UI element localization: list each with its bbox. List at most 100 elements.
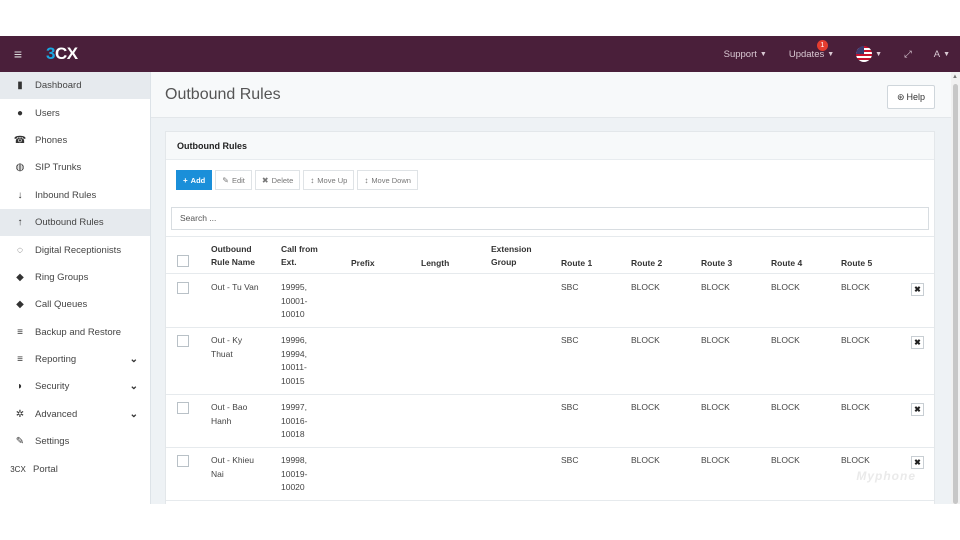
delete-row-icon[interactable]: ✖: [911, 456, 924, 469]
move-up-button[interactable]: ↕ Move Up: [303, 170, 355, 190]
row-checkbox[interactable]: [177, 335, 189, 347]
outbound-rules-panel: Outbound Rules + Add ✎ Edit ✖ Delete ↕ Move …: [165, 131, 935, 504]
sidebar-item-label: Advanced: [35, 408, 78, 420]
col-length[interactable]: Length: [421, 257, 449, 270]
updates-dropdown[interactable]: Updates ▼ 1: [789, 39, 835, 60]
logo[interactable]: 3CX: [46, 44, 78, 64]
col-route-1[interactable]: Route 1: [561, 257, 592, 270]
headset-icon: ◌: [17, 244, 23, 256]
sidebar-item-inbound-rules[interactable]: ↓ Inbound Rules: [0, 182, 150, 209]
sidebar-item-label: Reporting: [35, 354, 77, 366]
search-input[interactable]: Search ...: [171, 207, 929, 230]
sidebar-item-sip-trunks[interactable]: ◍ SIP Trunks: [0, 154, 150, 181]
top-nav-right: Support ▼ Updates ▼ 1 ▼ ⤢ A ▼: [724, 36, 960, 72]
sidebar-item-advanced[interactable]: ✲ Advanced ⌄: [0, 401, 150, 428]
cell-route-4: BLOCK: [771, 282, 800, 292]
help-button[interactable]: ⊛ Help: [887, 85, 935, 109]
move-down-button[interactable]: ↕ Move Down: [357, 170, 418, 190]
move-down-label: Move Down: [371, 175, 411, 185]
list-icon: ≡: [17, 354, 23, 366]
help-label: Help: [906, 92, 926, 102]
cell-call-from: 19998, 10019- 10020: [281, 455, 308, 492]
cell-route-5: BLOCK: [841, 282, 870, 292]
cell-route-3: BLOCK: [701, 282, 730, 292]
sidebar-item-label: Phones: [35, 134, 68, 146]
sidebar-item-label: Call Queues: [35, 299, 88, 311]
page-title: Outbound Rules: [165, 86, 281, 103]
caret-down-icon: ▼: [827, 50, 835, 58]
database-icon: ≡: [17, 326, 23, 338]
sidebar-item-label: Outbound Rules: [35, 217, 104, 229]
sidebar-item-outbound-rules[interactable]: ↑ Outbound Rules: [0, 208, 150, 237]
plus-icon: +: [183, 175, 188, 185]
sidebar-item-settings[interactable]: ✎ Settings: [0, 428, 150, 455]
add-label: Add: [190, 175, 206, 185]
col-prefix[interactable]: Prefix: [351, 257, 375, 270]
col-route-2[interactable]: Route 2: [631, 257, 662, 270]
row-checkbox[interactable]: [177, 282, 189, 294]
row-checkbox[interactable]: [177, 455, 189, 467]
vertical-scrollbar[interactable]: ▲: [951, 72, 960, 504]
sidebar-item-dashboard[interactable]: ▮ Dashboard: [0, 72, 150, 100]
sidebar-item-ring-groups[interactable]: ◆ Ring Groups: [0, 264, 150, 291]
group-icon: ◆: [16, 271, 24, 283]
panel-title: Outbound Rules: [166, 132, 934, 160]
scrollbar-thumb[interactable]: [953, 84, 958, 504]
sidebar-item-reporting[interactable]: ≡ Reporting ⌄: [0, 346, 150, 373]
sidebar-item-label: Digital Receptionists: [35, 244, 122, 256]
col-route-5[interactable]: Route 5: [841, 257, 872, 270]
sort-icon: ↕: [310, 175, 315, 185]
add-button[interactable]: + Add: [176, 170, 213, 190]
table-row[interactable]: Out - Bao Hanh 19997, 10016- 10018 SBC BLOC…: [166, 395, 934, 448]
col-extension-group[interactable]: Extension Group: [491, 243, 532, 269]
cell-route-2: BLOCK: [631, 282, 660, 292]
hamburger-menu-icon[interactable]: ≡: [0, 46, 36, 62]
chevron-down-icon[interactable]: ⌄: [130, 409, 138, 420]
sidebar-item-backup-and-restore[interactable]: ≡ Backup and Restore: [0, 319, 150, 346]
row-checkbox[interactable]: [177, 402, 189, 414]
sidebar-item-phones[interactable]: ☎ Phones: [0, 127, 150, 154]
sidebar-item-label: Dashboard: [35, 80, 82, 92]
wrench-icon: ✎: [15, 436, 25, 448]
sidebar: ▮ Dashboard ● Users ☎ Phones ◍ SIP Trunks ↓ I…: [0, 72, 151, 504]
top-navbar: ≡ 3CX Support ▼ Updates ▼ 1 ▼ ⤢ A ▼: [0, 36, 960, 72]
sidebar-item-label: Backup and Restore: [35, 326, 122, 338]
scroll-up-arrow-icon[interactable]: ▲: [952, 74, 958, 80]
user-dropdown[interactable]: A ▼: [934, 49, 950, 60]
table-row[interactable]: Out - Khieu Nai 19998, 10019- 10020 SBC BLO…: [166, 448, 934, 501]
edit-button[interactable]: ✎ Edit: [215, 170, 252, 190]
col-call-from[interactable]: Call from Ext.: [281, 243, 318, 269]
table-row[interactable]: Out - Ky Thuat 19996, 19994, 10011- 10015 SB…: [166, 328, 934, 395]
chevron-down-icon[interactable]: ⌄: [130, 354, 138, 365]
arrow-down-icon: ↓: [17, 189, 23, 201]
chevron-down-icon[interactable]: ⌄: [130, 381, 138, 392]
help-icon: ⊛: [896, 91, 905, 102]
sidebar-item-label: Settings: [35, 436, 70, 448]
delete-row-icon[interactable]: ✖: [911, 283, 924, 296]
col-route-4[interactable]: Route 4: [771, 257, 802, 270]
fullscreen-icon[interactable]: ⤢: [904, 49, 912, 60]
us-flag-icon: [856, 46, 873, 62]
delete-button[interactable]: ✖ Delete: [254, 170, 301, 190]
sidebar-item-call-queues[interactable]: ◆ Call Queues: [0, 291, 150, 318]
delete-row-icon[interactable]: ✖: [911, 336, 924, 349]
support-dropdown[interactable]: Support ▼: [724, 49, 767, 60]
select-all-checkbox[interactable]: [177, 255, 189, 267]
page-header: Outbound Rules ⊛ Help: [151, 72, 951, 118]
cell-route-1: SBC: [561, 335, 579, 345]
sidebar-item-portal[interactable]: 3CX Portal: [0, 455, 150, 482]
sort-icon: ↕: [364, 175, 369, 185]
bar-chart-icon: ▮: [17, 80, 23, 92]
sidebar-item-users[interactable]: ● Users: [0, 99, 150, 126]
col-route-3[interactable]: Route 3: [701, 257, 732, 270]
updates-badge: 1: [816, 39, 828, 51]
col-rule-name[interactable]: Outbound Rule Name: [211, 243, 255, 269]
pencil-icon: ✎: [222, 175, 229, 185]
cell-route-2: BLOCK: [631, 335, 660, 345]
language-dropdown[interactable]: ▼: [856, 46, 882, 62]
sidebar-item-label: Inbound Rules: [35, 189, 97, 201]
delete-row-icon[interactable]: ✖: [911, 403, 924, 416]
sidebar-item-security[interactable]: ◗ Security ⌄: [0, 373, 150, 400]
table-row[interactable]: Out - Tu Van 19995, 10001- 10010 SBC BLOCK…: [166, 275, 934, 328]
sidebar-item-digital-receptionists[interactable]: ◌ Digital Receptionists: [0, 236, 150, 263]
